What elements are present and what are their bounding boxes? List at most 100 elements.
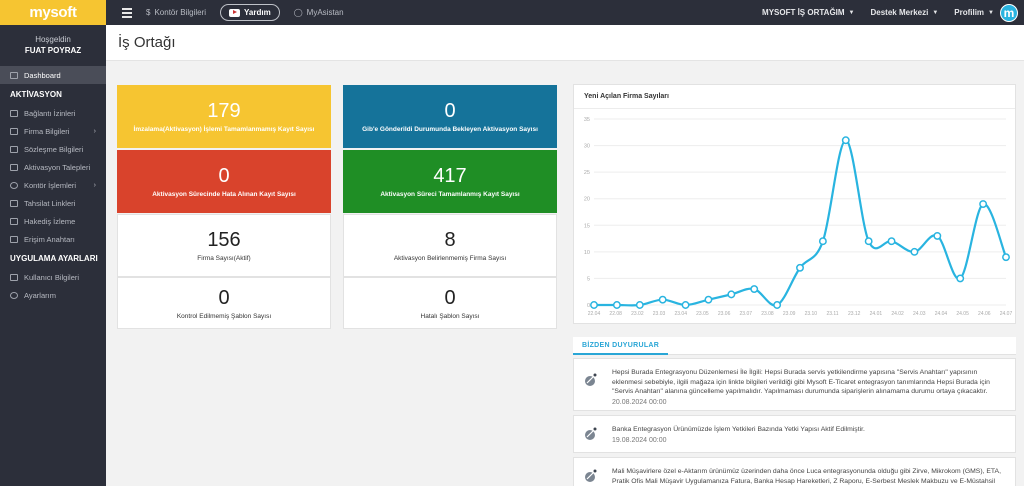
tile-hata-alinan[interactable]: 0 Aktivasyon Sürecinde Hata Alınan Kayıt… (117, 150, 331, 213)
caret-down-icon: ▼ (988, 9, 994, 16)
x-tick-label: 23.06 (718, 311, 731, 317)
line-chart: 0 5 10 15 20 25 30 35 22.04 22.08 23.02 23.03 23.04 2… (584, 117, 1013, 317)
x-tick-label: 23.02 (631, 311, 644, 317)
sidebar-item-label: Dashboard (24, 70, 61, 80)
sidebar-item-firma-bilgileri[interactable]: Firma Bilgileri › (0, 122, 106, 140)
data-point (590, 301, 598, 309)
announcement-card[interactable]: Hepsi Burada Entegrasyonu Düzenlemesi İl… (573, 358, 1016, 411)
building-icon (10, 127, 18, 135)
support-menu[interactable]: Destek Merkezi ▼ (871, 8, 939, 17)
announcement-date: 20.08.2024 00:00 (612, 398, 667, 406)
chart-icon (10, 217, 18, 225)
announcement-date: 19.08.2024 00:00 (612, 436, 667, 444)
sidebar-item-kontor-islemleri[interactable]: Kontör İşlemleri › (0, 176, 106, 194)
partner-menu-label: MYSOFT İŞ ORTAĞIM (762, 8, 845, 17)
tile-value: 0 (444, 100, 456, 122)
announcement-card[interactable]: Mali Müşavirlere özel e-Aktarım ürünümüz… (573, 457, 1016, 486)
sidebar-item-label: Erişim Anahtarı (24, 234, 75, 244)
profile-menu-label: Profilim (954, 8, 985, 17)
page-title: İş Ortağı (106, 25, 1024, 61)
avatar[interactable]: m (1000, 3, 1018, 22)
announcement-card[interactable]: Banka Entegrasyon Ürünümüzde İşlem Yetki… (573, 415, 1016, 453)
sidebar-item-ayarlarim[interactable]: Ayarlarım (0, 286, 106, 304)
x-tick-label: 23.05 (696, 311, 709, 317)
myasistan-link[interactable]: ◯ MyAsistan (294, 8, 344, 17)
data-point (635, 301, 644, 309)
announcement-text-wrap: Mali Müşavirlere özel e-Aktarım ürünümüz… (612, 467, 1007, 486)
sidebar-item-dashboard[interactable]: Dashboard (0, 66, 106, 84)
chart-title: Yeni Açılan Firma Sayıları (574, 85, 1015, 109)
kontor-bilgileri-link[interactable]: $ Kontör Bilgileri (146, 8, 206, 17)
x-tick-label: 24.02 (891, 311, 904, 317)
y-tick-label: 35 (584, 117, 590, 123)
menu-toggle-icon[interactable] (122, 7, 132, 18)
sidebar-item-hakedis-izleme[interactable]: Hakediş İzleme (0, 212, 106, 230)
key-icon (10, 235, 18, 243)
data-point (887, 237, 896, 246)
sidebar-item-erisim-anahtari[interactable]: Erişim Anahtarı (0, 230, 106, 248)
help-button[interactable]: Yardım (220, 4, 280, 21)
sidebar-section-aktivasyon: AKTİVASYON (10, 89, 62, 99)
x-tick-label: 22.08 (609, 311, 622, 317)
x-tick-label: 24.03 (913, 311, 926, 317)
coin-icon: $ (146, 8, 151, 17)
sidebar-item-sozlesme-bilgileri[interactable]: Sözleşme Bilgileri (0, 140, 106, 158)
x-tick-label: 22.04 (588, 311, 601, 317)
profile-menu[interactable]: Profilim ▼ (954, 8, 994, 17)
tile-gib-bekleyen[interactable]: 0 Gib'e Gönderildi Durumunda Bekleyen Ak… (343, 85, 557, 148)
data-point (704, 295, 713, 304)
tile-imzalama[interactable]: 179 İmzalama(Aktivasyon) İşlemi Tamamlan… (117, 85, 331, 148)
sidebar-item-label: Tahsilat Linkleri (24, 198, 76, 208)
partner-menu[interactable]: MYSOFT İŞ ORTAĞIM ▼ (762, 8, 854, 17)
youtube-icon (229, 8, 241, 17)
data-point (750, 285, 759, 294)
users-icon (10, 273, 18, 281)
tile-aktivasyon-belirlenmemis[interactable]: 8 Aktivasyon Belirlenmemiş Firma Sayısı (343, 214, 557, 277)
tile-value: 8 (444, 229, 456, 251)
tab-bizden-duyurular[interactable]: BİZDEN DUYURULAR (573, 337, 669, 355)
tile-value: 0 (218, 286, 230, 309)
sidebar: Hoşgeldin FUAT POYRAZ Dashboard AKTİVASY… (0, 25, 106, 486)
data-point (1002, 253, 1010, 262)
x-tick-label: 23.07 (740, 311, 753, 317)
data-point (933, 231, 942, 240)
tile-firma-sayisi[interactable]: 156 Firma Sayısı(Aktif) (117, 214, 331, 277)
caret-down-icon: ▼ (848, 9, 855, 16)
sidebar-item-aktivasyon-talepleri[interactable]: Aktivasyon Talepleri (0, 158, 106, 176)
tile-value: 417 (433, 165, 467, 187)
inbox-icon (10, 163, 18, 171)
tile-tamamlanmis[interactable]: 417 Aktivasyon Süreci Tamamlanmış Kayıt … (343, 150, 557, 213)
sidebar-item-label: Hakediş İzleme (24, 216, 76, 226)
sidebar-item-tahsilat-linkleri[interactable]: Tahsilat Linkleri (0, 194, 106, 212)
sidebar-item-label: Bağlantı İzinleri (24, 108, 76, 118)
series-line (594, 139, 1008, 307)
document-icon (10, 145, 18, 153)
sidebar-section-uygulama-ayarlari: UYGULAMA AYARLARI (10, 253, 98, 263)
satellite-dish-icon (585, 469, 597, 482)
tile-kontrol-edilmemis[interactable]: 0 Kontrol Edilmemiş Şablon Sayısı (117, 277, 331, 329)
x-tick-label: 23.12 (848, 311, 861, 317)
tile-label: Aktivasyon Sürecinde Hata Alınan Kayıt S… (152, 191, 296, 198)
caret-down-icon: ▼ (932, 9, 939, 16)
dashboard-icon (10, 71, 18, 79)
sidebar-item-kullanici-bilgileri[interactable]: Kullanıcı Bilgileri (0, 268, 106, 286)
announcements-tabbar: BİZDEN DUYURULAR (573, 337, 1016, 355)
tile-value: 0 (444, 286, 456, 309)
y-tick-label: 10 (584, 250, 590, 256)
sidebar-item-label: Aktivasyon Talepleri (24, 162, 91, 172)
announcement-text-wrap: Banka Entegrasyon Ürünümüzde İşlem Yetki… (612, 425, 1007, 445)
x-tick-label: 23.09 (783, 311, 796, 317)
data-point (796, 263, 804, 272)
sidebar-item-baglanti-izinleri[interactable]: Bağlantı İzinleri (0, 104, 106, 122)
tile-value: 179 (207, 100, 241, 122)
y-tick-label: 20 (584, 197, 590, 203)
sidebar-item-label: Sözleşme Bilgileri (24, 144, 84, 154)
satellite-dish-icon (585, 373, 597, 386)
tile-label: Firma Sayısı(Aktif) (197, 255, 251, 262)
tile-hatali-sablon[interactable]: 0 Hatalı Şablon Sayısı (343, 277, 557, 329)
user-name: FUAT POYRAZ (24, 46, 82, 55)
coin-icon (10, 181, 18, 189)
tile-value: 0 (218, 165, 230, 187)
brand-logo[interactable]: mysoft (0, 0, 106, 25)
top-navbar: mysoft $ Kontör Bilgileri Yardım ◯ MyAsi… (0, 0, 1024, 25)
